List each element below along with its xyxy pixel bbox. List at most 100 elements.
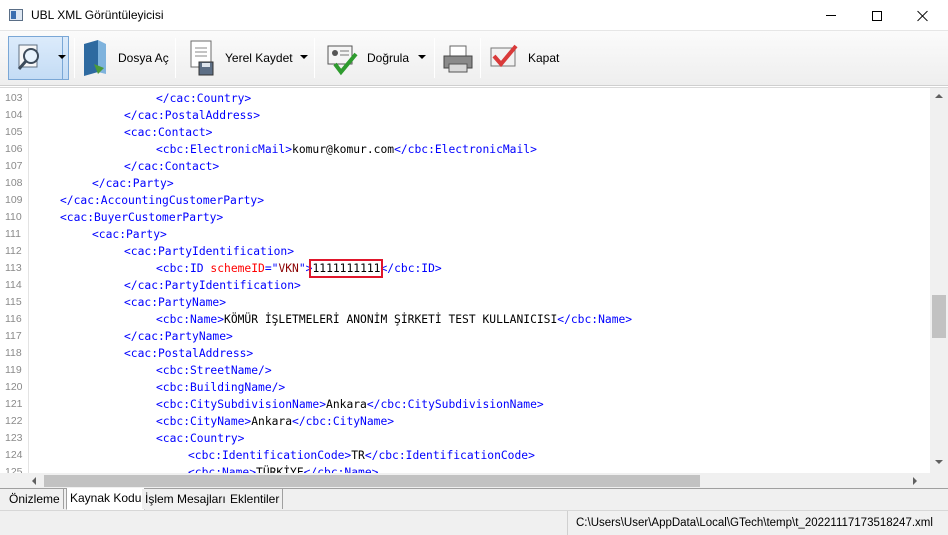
- toolbar-separator: [175, 38, 176, 78]
- tab-attachments[interactable]: Eklentiler: [227, 489, 284, 509]
- code-line[interactable]: 103 </cac:Country>: [0, 90, 930, 107]
- code-text: <cac:Country>: [156, 430, 244, 447]
- validate-dropdown-arrow[interactable]: [418, 55, 426, 59]
- code-line[interactable]: 120 <cbc:BuildingName/>: [0, 379, 930, 396]
- code-token: VKN: [278, 262, 299, 275]
- code-token: </cbc:CityName>: [292, 415, 395, 428]
- maximize-button[interactable]: [854, 0, 900, 31]
- tab-source-code[interactable]: Kaynak Kodu: [66, 488, 146, 510]
- code-text: </cac:PartyIdentification>: [124, 277, 301, 294]
- line-number: 104: [5, 109, 23, 121]
- code-token: <cac:Country>: [156, 432, 245, 445]
- scroll-left-icon[interactable]: [32, 477, 36, 485]
- code-line[interactable]: 113 <cbc:ID schemeID="VKN">1111111111</cb…: [0, 259, 930, 278]
- code-text: <cbc:CitySubdivisionName>Ankara</cbc:Cit…: [156, 396, 544, 413]
- open-folder-icon: [84, 40, 106, 76]
- vertical-scroll-thumb[interactable]: [932, 295, 946, 338]
- code-text: </cac:AccountingCustomerParty>: [60, 192, 264, 209]
- print-button[interactable]: [441, 35, 475, 81]
- close-app-label: Kapat: [528, 51, 560, 65]
- code-line[interactable]: 105 <cac:Contact>: [0, 124, 930, 141]
- code-line[interactable]: 114 </cac:PartyIdentification>: [0, 277, 930, 294]
- printer-icon: [443, 45, 473, 73]
- code-text: <cac:PartyName>: [124, 294, 226, 311]
- line-number: 114: [5, 279, 22, 291]
- save-local-label: Yerel Kaydet: [225, 51, 293, 65]
- code-text: </cac:Party>: [92, 175, 174, 192]
- scroll-up-icon[interactable]: [935, 94, 943, 98]
- line-number: 108: [5, 177, 23, 189]
- scroll-down-icon[interactable]: [935, 460, 943, 464]
- code-line[interactable]: 109 </cac:AccountingCustomerParty>: [0, 192, 930, 209]
- source-code-editor[interactable]: 103 </cac:Country> 104 </cac:PostalAddress>…: [0, 87, 948, 489]
- save-local-button[interactable]: Yerel Kaydet: [187, 35, 293, 81]
- line-number: 113: [5, 262, 22, 274]
- code-token: ">: [298, 262, 313, 275]
- line-number: 124: [5, 449, 23, 461]
- code-line[interactable]: 124 <cbc:IdentificationCode>TR</cbc:Ident…: [0, 447, 930, 464]
- code-line[interactable]: 123 <cac:Country>: [0, 430, 930, 447]
- code-line[interactable]: 106 <cbc:ElectronicMail>komur@komur.com</…: [0, 141, 930, 158]
- code-line[interactable]: 110 <cac:BuyerCustomerParty>: [0, 209, 930, 226]
- code-token: </cac:PartyName>: [124, 330, 233, 343]
- code-line[interactable]: 125 <cbc:Name>TÜRKİYE</cbc:Name>: [0, 464, 930, 473]
- code-line[interactable]: 119 <cbc:StreetName/>: [0, 362, 930, 379]
- code-text: <cbc:Name>TÜRKİYE</cbc:Name>: [188, 464, 378, 473]
- toolbar-separator: [434, 38, 435, 78]
- code-line[interactable]: 117 </cac:PartyName>: [0, 328, 930, 345]
- code-text: </cac:Country>: [156, 90, 251, 107]
- code-line[interactable]: 121 <cbc:CitySubdivisionName>Ankara</cbc:…: [0, 396, 930, 413]
- toolbar-separator: [74, 38, 75, 78]
- code-token: </cbc:Name>: [557, 313, 633, 326]
- horizontal-scrollbar[interactable]: [0, 473, 930, 489]
- code-line[interactable]: 118 <cac:PostalAddress>: [0, 345, 930, 362]
- code-token: <cbc:ElectronicMail>: [156, 143, 293, 156]
- close-window-button[interactable]: [900, 0, 946, 31]
- vertical-scrollbar[interactable]: [930, 88, 948, 473]
- open-file-label: Dosya Aç: [118, 51, 169, 65]
- line-number: 122: [5, 415, 23, 427]
- code-token: </cac:Party>: [92, 177, 174, 190]
- code-line[interactable]: 122 <cbc:CityName>Ankara</cbc:CityName>: [0, 413, 930, 430]
- horizontal-scroll-thumb[interactable]: [44, 475, 700, 487]
- code-line[interactable]: 116 <cbc:Name>KÖMÜR İŞLETMELERİ ANONİM Şİ…: [0, 311, 930, 328]
- code-line[interactable]: 111 <cac:Party>: [0, 226, 930, 243]
- code-line[interactable]: 107 </cac:Contact>: [0, 158, 930, 175]
- code-token: schemeID: [210, 262, 265, 275]
- tab-process-messages[interactable]: İşlem Mesajları: [142, 489, 230, 509]
- preview-dropdown-arrow[interactable]: [58, 55, 66, 59]
- line-number: 116: [5, 313, 22, 325]
- line-number: 119: [5, 364, 22, 376]
- scroll-right-icon[interactable]: [913, 477, 917, 485]
- code-text: <cbc:ID schemeID="VKN">1111111111</cbc:I…: [156, 259, 442, 278]
- tab-preview[interactable]: Önizleme: [6, 489, 64, 509]
- close-app-button[interactable]: Kapat: [488, 35, 559, 81]
- open-file-button[interactable]: Dosya Aç: [80, 35, 169, 81]
- app-icon: [9, 9, 23, 21]
- close-check-icon: [490, 44, 518, 68]
- validate-button[interactable]: Doğrula: [325, 35, 409, 81]
- line-number: 120: [5, 381, 23, 393]
- maximize-icon: [872, 10, 882, 21]
- code-token: <cbc:IdentificationCode>: [188, 449, 352, 462]
- code-token: <cac:PartyIdentification>: [124, 245, 295, 258]
- preview-button[interactable]: [8, 36, 69, 80]
- code-token: </cac:PostalAddress>: [124, 109, 261, 122]
- code-line[interactable]: 104 </cac:PostalAddress>: [0, 107, 930, 124]
- code-area[interactable]: 103 </cac:Country> 104 </cac:PostalAddress>…: [0, 90, 930, 473]
- code-token: </cbc:ID>: [380, 262, 442, 275]
- code-line[interactable]: 108 </cac:Party>: [0, 175, 930, 192]
- code-line[interactable]: 112 <cac:PartyIdentification>: [0, 243, 930, 260]
- code-token: <cbc:Name>: [188, 466, 257, 473]
- line-number: 109: [5, 194, 23, 206]
- save-document-icon: [190, 40, 214, 76]
- scrollbar-corner: [930, 473, 948, 489]
- line-number: 107: [5, 160, 23, 172]
- validate-certificate-icon: [327, 45, 358, 76]
- code-token: Ankara: [251, 415, 293, 428]
- code-line[interactable]: 115 <cac:PartyName>: [0, 294, 930, 311]
- minimize-button[interactable]: [808, 0, 854, 31]
- save-dropdown-arrow[interactable]: [300, 55, 308, 59]
- close-icon: [917, 10, 929, 22]
- line-number: 103: [5, 92, 23, 104]
